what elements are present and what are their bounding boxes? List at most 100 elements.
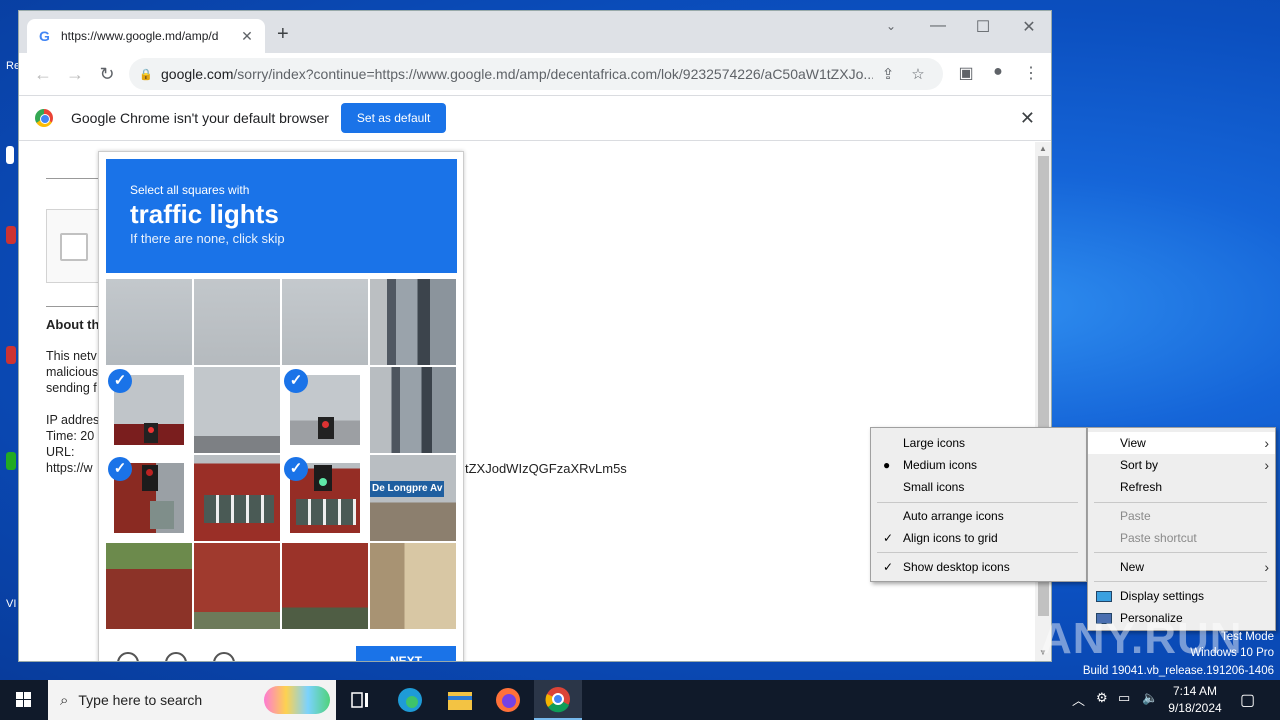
ip-label: IP addres [46,413,100,427]
window [150,501,174,529]
chrome-icon [545,687,570,713]
info-text: malicious [46,365,99,379]
challenge-header: Select all squares with traffic lights I… [106,159,457,273]
url-value: https://w [46,461,93,475]
menu-item-label: Sort by [1120,458,1159,472]
menu-item-paste[interactable]: Paste [1088,505,1275,527]
about-heading: About th [46,317,100,332]
menu-item-paste-shortcut[interactable]: Paste shortcut [1088,527,1275,549]
menu-item-view[interactable]: View › [1088,432,1275,454]
chrome-logo-icon [35,109,53,127]
windows-logo-icon [16,692,31,707]
reload-challenge-icon[interactable] [117,652,139,661]
grid-tile-selected[interactable]: ✓ [106,455,192,541]
menu-item-auto-arrange[interactable]: Auto arrange icons [871,505,1086,527]
grid-tile[interactable] [194,543,280,629]
audio-challenge-icon[interactable] [165,652,187,661]
default-browser-infobar: Google Chrome isn't your default browser… [19,95,1051,141]
grid-tile[interactable] [194,455,280,541]
divider [46,306,106,307]
lock-icon[interactable]: 🔒 [139,68,161,81]
menu-item-align-grid[interactable]: ✓ Align icons to grid [871,527,1086,549]
search-icon: ⌕ [60,691,69,709]
profile-icon[interactable]: ● [985,63,1011,81]
menu-item-sort-by[interactable]: Sort by › [1088,454,1275,476]
taskbar-clock[interactable]: 7:14 AM 9/18/2024 [1162,683,1228,717]
menu-separator [1094,581,1267,582]
firefox-taskbar-button[interactable] [488,684,528,716]
traffic-light-red [322,421,329,428]
menu-item-large-icons[interactable]: Large icons [871,432,1086,454]
scroll-up-icon[interactable]: ▲ [1039,144,1047,153]
file-explorer-taskbar-button[interactable] [440,684,480,716]
minimize-button[interactable]: — [924,17,952,35]
set-default-button[interactable]: Set as default [340,103,447,133]
address-bar[interactable]: 🔒 google.com/sorry/index?continue=https:… [129,58,943,90]
menu-item-small-icons[interactable]: Small icons [871,476,1086,498]
back-button[interactable]: ← [27,64,59,85]
tab-search-icon[interactable]: ⌄ [877,19,905,33]
url-text[interactable]: google.com/sorry/index?continue=https://… [161,66,873,82]
desktop-icon[interactable] [6,226,16,244]
close-window-button[interactable]: ✕ [1015,17,1043,37]
image-grid: ✓ ✓ ✓ ✓ De Longpre Av [106,279,458,631]
grid-tile[interactable] [106,279,192,365]
info-icon[interactable] [213,652,235,661]
building-windows [296,499,356,525]
grid-tile[interactable] [194,279,280,365]
browser-tab[interactable]: G https://www.google.md/amp/d ✕ [27,19,265,53]
grid-tile-selected[interactable]: ✓ [282,455,368,541]
menu-item-new[interactable]: New › [1088,556,1275,578]
desktop-icon-label[interactable]: VI [6,598,16,610]
menu-item-display-settings[interactable]: Display settings [1088,585,1275,607]
menu-icon[interactable]: ⋮ [1018,63,1044,83]
volume-icon[interactable]: 🔈 [1142,690,1158,706]
grid-tile-selected[interactable]: ✓ [106,367,192,453]
grid-tile[interactable] [194,367,280,453]
taskbar-search-box[interactable]: ⌕ Type here to search [48,680,336,720]
grid-tile-selected[interactable]: ✓ [282,367,368,453]
bookmark-star-icon[interactable]: ☆ [903,65,933,83]
desktop-icon[interactable] [6,146,14,164]
reload-button[interactable]: ↻ [91,64,123,85]
desktop-icon[interactable] [6,452,16,470]
side-panel-icon[interactable]: ▣ [953,63,979,83]
show-hidden-icons[interactable]: ︿ [1072,690,1085,709]
grid-tile[interactable] [106,543,192,629]
tab-strip: G https://www.google.md/amp/d ✕ + ⌄ — ☐ … [19,11,1051,53]
edge-icon [398,688,422,712]
recaptcha-checkbox[interactable] [60,233,88,261]
radio-dot-icon: ● [883,458,891,472]
grid-tile[interactable] [370,279,456,365]
share-icon[interactable]: ⇪ [873,65,903,83]
forward-button[interactable]: → [59,64,91,85]
grid-tile[interactable] [282,543,368,629]
edge-taskbar-button[interactable] [390,684,430,716]
menu-item-medium-icons[interactable]: ● Medium icons [871,454,1086,476]
notification-icon[interactable]: ▢ [1240,690,1255,710]
url-label: URL: [46,445,75,459]
traffic-light-red [146,469,153,476]
grid-tile[interactable]: De Longpre Av [370,455,456,541]
grid-tile[interactable] [370,367,456,453]
start-button[interactable] [0,680,48,720]
network-icon[interactable]: ▭ [1118,690,1130,706]
menu-item-show-desktop-icons[interactable]: ✓ Show desktop icons [871,556,1086,578]
desktop-icon[interactable] [6,346,16,364]
verify-button[interactable]: NEXT [356,646,456,661]
maximize-button[interactable]: ☐ [969,17,997,37]
tab-close-icon[interactable]: ✕ [239,28,255,45]
page-scrollbar[interactable]: ▲ ▼ [1035,142,1051,661]
task-view-button[interactable] [340,684,380,716]
chrome-taskbar-button[interactable] [534,680,582,720]
infobar-close-icon[interactable]: ✕ [1020,108,1035,129]
grid-tile[interactable] [282,279,368,365]
new-tab-button[interactable]: + [277,23,289,46]
menu-item-label: Paste shortcut [1120,531,1197,545]
desktop-context-menu: View › Sort by › Refresh Paste Paste short… [1087,427,1276,631]
grid-tile[interactable] [370,543,456,629]
desktop[interactable]: Re VI G https://www.google.md/amp/d ✕ + … [0,0,1280,680]
menu-item-label: New [1120,560,1145,574]
menu-item-refresh[interactable]: Refresh [1088,476,1275,498]
network-drive-icon[interactable]: ⚙ [1096,690,1108,706]
